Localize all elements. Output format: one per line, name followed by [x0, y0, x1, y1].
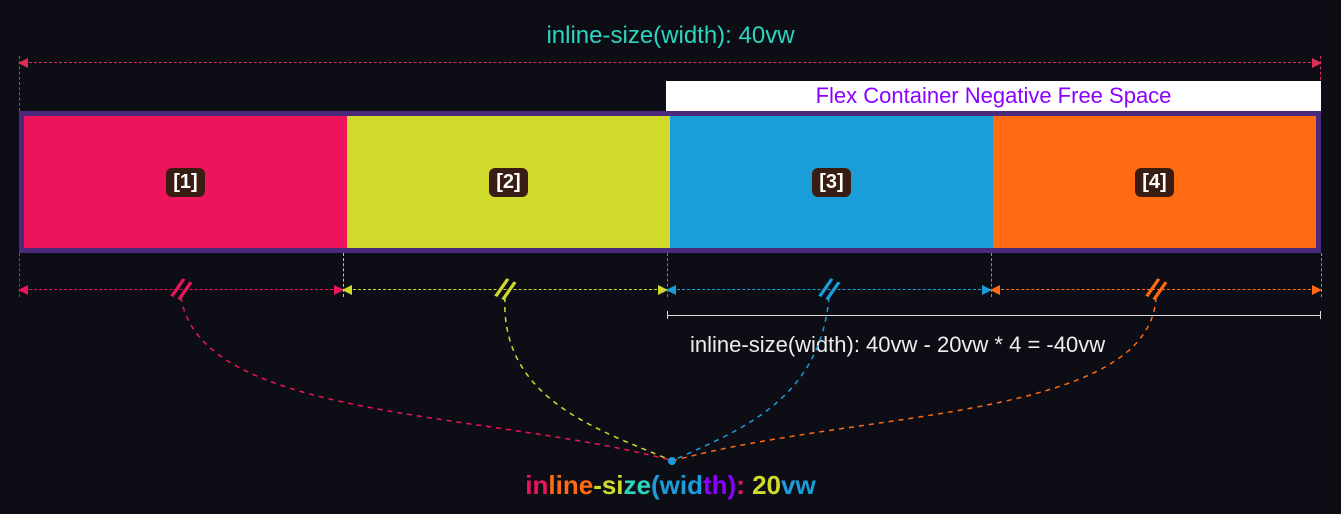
- container-width-dimension: [19, 62, 1321, 63]
- flex-item-4: [4]: [993, 116, 1316, 248]
- flex-item-3: [3]: [670, 116, 993, 248]
- diagram-stage: inline-size(width): 40vw Flex Container …: [0, 0, 1341, 514]
- item-4-dimension: //: [991, 289, 1321, 290]
- slash-icon: //: [167, 272, 194, 308]
- flex-item-1: [1]: [24, 116, 347, 248]
- leader-lines: [0, 0, 1341, 514]
- leader-hub-dot: [668, 457, 676, 465]
- flex-item-2: [2]: [347, 116, 670, 248]
- negative-free-space-banner: Flex Container Negative Free Space: [666, 81, 1321, 111]
- flex-container: [1] [2] [3] [4]: [19, 111, 1321, 253]
- negative-space-bracket: [667, 315, 1321, 316]
- item-3-dimension: //: [667, 289, 991, 290]
- slash-icon: //: [815, 272, 842, 308]
- flex-item-4-badge: [4]: [1135, 168, 1173, 197]
- flex-item-3-badge: [3]: [812, 168, 850, 197]
- negative-space-formula: inline-size(width): 40vw - 20vw * 4 = -4…: [690, 332, 1330, 358]
- slash-icon: //: [491, 272, 518, 308]
- flex-item-2-badge: [2]: [489, 168, 527, 197]
- item-1-dimension: //: [19, 289, 343, 290]
- dimension-tick-left: [19, 56, 20, 111]
- slash-icon: //: [1142, 272, 1169, 308]
- item-width-label: inline-size(width): 20vw: [0, 470, 1341, 501]
- flex-item-1-badge: [1]: [166, 168, 204, 197]
- item-2-dimension: //: [343, 289, 667, 290]
- container-width-label: inline-size(width): 40vw: [0, 22, 1341, 50]
